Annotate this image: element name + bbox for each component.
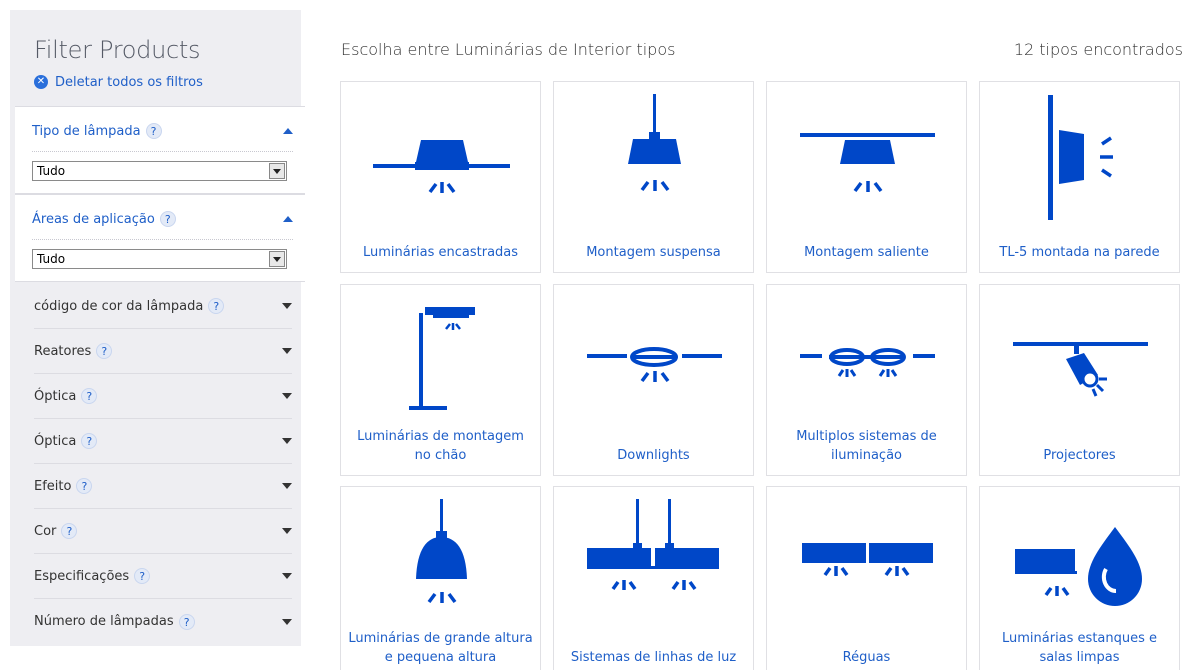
filter-optics-2[interactable]: Óptica ? [34,419,292,464]
filter-specifications[interactable]: Especificações ? [34,554,292,599]
help-icon[interactable]: ? [81,433,98,449]
wall-mounted-icon [1048,95,1113,220]
tile-caption: Downlights [617,448,690,463]
clear-filters-link[interactable]: ✕ Deletar todos os filtros [34,74,203,90]
tile-caption: Multiplos sistemas de iluminação [796,429,937,463]
expand-arrow-icon [282,438,292,444]
filter-sidebar: Filter Products ✕ Deletar todos os filtr… [10,10,305,646]
dropdown-arrow-icon[interactable] [269,251,285,267]
filter-effect[interactable]: Efeito ? [34,464,292,509]
multiple-systems-icon [800,348,935,377]
tile-caption: Luminárias encastradas [362,245,519,260]
filter-label: Efeito [34,478,72,494]
filter-application-areas: Áreas de aplicação ? Tudo [15,194,305,282]
tile-floor-standing[interactable]: Luminárias de montagem no chão [340,284,541,476]
divider [32,151,293,152]
tile-caption: Sistemas de linhas de luz [570,650,737,665]
tile-caption: Luminárias de grande altura e pequena al… [348,631,533,665]
tile-wall-mounted[interactable]: TL-5 montada na parede [979,81,1180,273]
tile-caption: Réguas [842,650,891,665]
filter-label: Áreas de aplicação [32,211,155,227]
filter-header-lamp-type[interactable]: Tipo de lâmpada ? [32,121,293,141]
tile-light-line-systems[interactable]: Sistemas de linhas de luz [553,486,754,670]
help-icon[interactable]: ? [81,388,98,404]
sidebar-title: Filter Products [34,36,201,64]
expand-arrow-icon [282,348,292,354]
filter-lamp-type: Tipo de lâmpada ? Tudo [15,106,305,194]
tile-caption: Luminárias de montagem no chão [357,429,524,463]
collapse-arrow-icon [283,216,293,222]
expand-arrow-icon [282,483,292,489]
filter-header-application-areas[interactable]: Áreas de aplicação ? [32,209,293,229]
battens-icon [802,543,933,577]
tile-downlights[interactable]: Downlights [553,284,754,476]
filter-label: Número de lâmpadas [34,614,174,629]
expand-arrow-icon [282,528,292,534]
filter-label: Cor [34,523,57,539]
tile-highbay[interactable]: Luminárias de grande altura e pequena al… [340,486,541,670]
divider [32,239,293,240]
help-icon[interactable]: ? [145,123,162,139]
dropdown-arrow-icon[interactable] [269,163,285,179]
filter-label: Óptica [34,388,77,404]
projector-icon [1013,342,1148,397]
tile-caption: Projectores [1043,448,1116,463]
filter-label: Reatores [34,343,92,359]
tile-recessed[interactable]: Luminárias encastradas [340,81,541,273]
tile-caption: Montagem saliente [804,245,929,260]
surface-mounted-icon [800,133,935,193]
help-icon[interactable]: ? [208,298,225,314]
downlight-icon [587,347,722,383]
tile-suspended[interactable]: Montagem suspensa [553,81,754,273]
filter-label: Especificações [34,568,130,584]
tile-surface-mounted[interactable]: Montagem saliente [766,81,967,273]
expand-arrow-icon [282,303,292,309]
help-icon[interactable]: ? [76,478,93,494]
expand-arrow-icon [282,393,292,399]
suspended-luminaire-icon [628,94,681,192]
floor-standing-icon [409,307,475,410]
filter-ballasts[interactable]: Reatores ? [34,329,292,374]
filter-optics-1[interactable]: Óptica ? [34,374,292,419]
help-icon[interactable]: ? [159,211,176,227]
clear-filters-label: Deletar todos os filtros [55,74,203,90]
waterproof-cleanroom-icon [1015,527,1142,606]
lamp-type-select[interactable]: Tudo [32,161,287,181]
filter-color[interactable]: Cor ? [34,509,292,554]
filter-label: Óptica [34,433,77,449]
help-icon[interactable]: ? [178,613,195,630]
filter-label: código de cor da lâmpada [34,298,204,314]
tile-caption: TL-5 montada na parede [999,245,1160,260]
filter-color-code[interactable]: código de cor da lâmpada ? [34,284,292,329]
help-icon[interactable]: ? [61,523,78,539]
application-areas-select[interactable]: Tudo [32,249,287,269]
help-icon[interactable]: ? [96,343,113,359]
select-value: Tudo [37,252,66,266]
expand-arrow-icon [282,573,292,579]
recessed-luminaire-icon [373,140,510,194]
tile-projectors[interactable]: Projectores [979,284,1180,476]
filter-label: Tipo de lâmpada [32,123,141,139]
tile-waterproof[interactable]: Luminárias estanques e salas limpas [979,486,1180,670]
help-icon[interactable]: ? [134,568,151,584]
page-title: Escolha entre Luminárias de Interior tip… [341,40,676,59]
select-value: Tudo [37,164,66,178]
clear-icon: ✕ [34,75,48,89]
filter-lamp-count[interactable]: Número de lâmpadas ? [34,599,292,644]
result-count: 12 tipos encontrados [1013,40,1183,59]
tile-caption: Montagem suspensa [586,245,721,260]
collapse-arrow-icon [283,128,293,134]
tile-battens[interactable]: Réguas [766,486,967,670]
expand-arrow-icon [282,618,292,625]
light-line-systems-icon [587,499,719,591]
highbay-lowbay-icon [416,499,467,604]
tile-caption: Luminárias estanques e salas limpas [1001,631,1158,665]
tile-multiple-systems[interactable]: Multiplos sistemas de iluminação [766,284,967,476]
